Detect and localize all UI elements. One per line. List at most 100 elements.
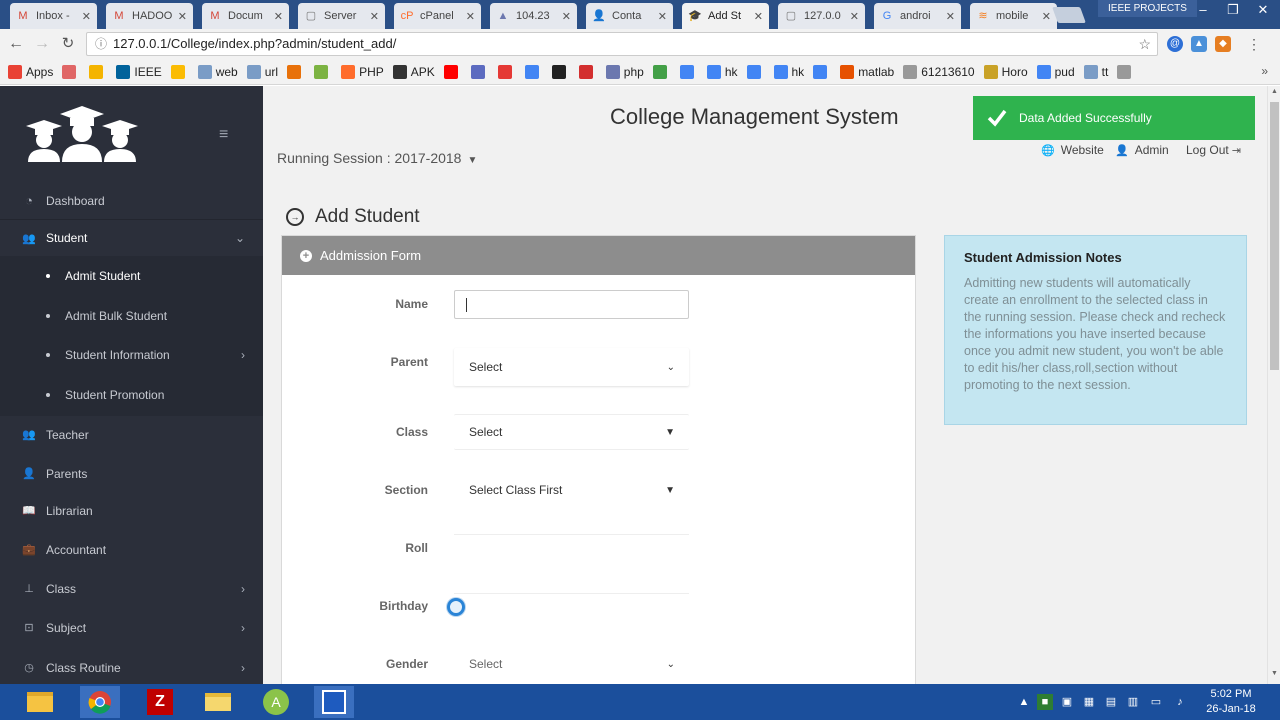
sidebar-item-admit-student[interactable]: Admit Student bbox=[0, 258, 263, 294]
logout-link[interactable]: Log Out ⇥ bbox=[1186, 143, 1241, 157]
tray-app-icon[interactable]: ▦ bbox=[1081, 694, 1097, 710]
sidebar-item-admit-bulk-student[interactable]: Admit Bulk Student bbox=[0, 298, 263, 334]
bookmark-item[interactable] bbox=[314, 64, 332, 79]
new-tab-button[interactable] bbox=[1052, 7, 1086, 23]
bookmark-item[interactable]: web bbox=[197, 64, 238, 79]
browser-tab[interactable]: ▢ Server ✕ bbox=[298, 3, 385, 29]
browser-tab[interactable]: cP cPanel ✕ bbox=[394, 3, 481, 29]
close-tab-icon[interactable]: ✕ bbox=[946, 10, 955, 23]
bookmark-item[interactable]: IEEE bbox=[116, 64, 162, 79]
tray-app-icon[interactable]: ▣ bbox=[1059, 694, 1075, 710]
menu-icon[interactable]: ⋮ bbox=[1246, 36, 1262, 52]
bookmark-item[interactable]: tt bbox=[1083, 64, 1108, 79]
sidebar-item-parents[interactable]: 👤 Parents bbox=[0, 455, 263, 492]
bookmark-star-icon[interactable]: ☆ bbox=[1138, 33, 1151, 55]
sidebar-item-student-promotion[interactable]: Student Promotion bbox=[0, 377, 263, 413]
close-tab-icon[interactable]: ✕ bbox=[82, 10, 91, 23]
sidebar-item-class-routine[interactable]: ◷ Class Routine › bbox=[0, 649, 263, 684]
bookmark-item[interactable] bbox=[89, 64, 107, 79]
website-link[interactable]: 🌐 Website bbox=[1041, 143, 1104, 157]
bookmark-item[interactable]: 61213610 bbox=[903, 64, 975, 79]
tray-expand-icon[interactable]: ▲ bbox=[1016, 694, 1032, 710]
program-window-icon[interactable] bbox=[314, 686, 354, 718]
browser-tab[interactable]: M Inbox - ✕ bbox=[10, 3, 97, 29]
bookmark-item[interactable] bbox=[746, 64, 765, 79]
extension-icon[interactable]: @ bbox=[1167, 36, 1183, 52]
bookmark-item[interactable]: PHP bbox=[341, 64, 384, 79]
extension-icon[interactable]: ◆ bbox=[1215, 36, 1231, 52]
bookmark-item[interactable]: pud bbox=[1036, 64, 1075, 79]
close-tab-icon[interactable]: ✕ bbox=[466, 10, 475, 23]
bookmark-item[interactable] bbox=[470, 64, 489, 79]
bookmark-item[interactable]: url bbox=[246, 64, 278, 79]
close-tab-icon[interactable]: ✕ bbox=[178, 10, 187, 23]
browser-tab[interactable]: Gandroi ✕ bbox=[874, 3, 961, 29]
tray-app-icon[interactable]: ▥ bbox=[1125, 694, 1141, 710]
sidebar-item-librarian[interactable]: 📖 Librarian bbox=[0, 492, 263, 529]
back-icon[interactable]: ← bbox=[6, 34, 26, 54]
sidebar-item-dashboard[interactable]: ◔ Dashboard bbox=[0, 182, 263, 219]
bookmark-item[interactable] bbox=[287, 64, 305, 79]
browser-tab[interactable]: 👤 Conta ✕ bbox=[586, 3, 673, 29]
maximize-icon[interactable]: ❐ bbox=[1218, 0, 1248, 20]
forward-icon[interactable]: → bbox=[32, 34, 52, 54]
bookmark-item[interactable] bbox=[679, 64, 698, 79]
close-tab-icon[interactable]: ✕ bbox=[562, 10, 571, 23]
minimize-icon[interactable]: – bbox=[1188, 0, 1218, 20]
close-tab-icon[interactable]: ✕ bbox=[658, 10, 667, 23]
scrollbar-thumb[interactable] bbox=[1270, 102, 1279, 370]
gender-select[interactable]: Select ⌄ bbox=[454, 647, 689, 681]
birthday-input[interactable] bbox=[454, 593, 689, 594]
bookmark-item[interactable] bbox=[813, 64, 831, 79]
bookmark-item[interactable] bbox=[62, 64, 80, 79]
sidebar-item-accountant[interactable]: 💼 Accountant bbox=[0, 531, 263, 568]
success-toast[interactable]: Data Added Successfully bbox=[973, 96, 1255, 140]
close-tab-icon[interactable]: ✕ bbox=[370, 10, 379, 23]
bookmark-item[interactable] bbox=[497, 64, 516, 79]
bookmark-item[interactable] bbox=[1117, 64, 1135, 79]
running-session-dropdown[interactable]: Running Session : 2017-2018 ▼ bbox=[277, 150, 477, 166]
browser-tab[interactable]: M HADOO ✕ bbox=[106, 3, 193, 29]
bookmark-item[interactable] bbox=[170, 64, 189, 79]
more-bookmarks-icon[interactable]: » bbox=[1261, 64, 1268, 78]
browser-tab[interactable]: ≋ mobile ✕ bbox=[970, 3, 1057, 29]
browser-tab[interactable]: ▢ 127.0.0 ✕ bbox=[778, 3, 865, 29]
browser-tab[interactable]: 🎓 Add St ✕ bbox=[682, 3, 769, 29]
reload-icon[interactable]: ↻ bbox=[58, 34, 78, 54]
bookmark-item[interactable]: Horo bbox=[983, 64, 1028, 79]
bookmark-item[interactable] bbox=[443, 64, 462, 79]
close-window-icon[interactable]: ✕ bbox=[1248, 0, 1278, 20]
sidebar-item-student-information[interactable]: Student Information › bbox=[0, 337, 263, 373]
filezilla-icon[interactable]: Z bbox=[140, 686, 180, 718]
sidebar-item-class[interactable]: ⊥ Class › bbox=[0, 570, 263, 607]
network-icon[interactable]: ▭ bbox=[1148, 694, 1164, 710]
volume-icon[interactable]: ♪ bbox=[1172, 694, 1188, 710]
bookmark-item[interactable]: hk bbox=[706, 64, 738, 79]
parent-select[interactable]: Select ⌄ bbox=[454, 348, 689, 386]
folder-icon[interactable] bbox=[198, 686, 238, 718]
info-icon[interactable]: ⓘ bbox=[95, 33, 107, 55]
system-clock[interactable]: 5:02 PM 26-Jan-18 bbox=[1196, 687, 1266, 717]
hamburger-menu-icon[interactable]: ≡ bbox=[219, 126, 228, 144]
bookmark-item[interactable] bbox=[551, 64, 570, 79]
bookmark-item[interactable]: matlab bbox=[840, 64, 894, 79]
profile-chip[interactable]: IEEE PROJECTS bbox=[1098, 0, 1197, 17]
admin-link[interactable]: 👤 Admin bbox=[1115, 143, 1169, 157]
section-select[interactable]: Select Class First ▼ bbox=[454, 472, 689, 508]
name-input[interactable] bbox=[454, 290, 689, 319]
close-tab-icon[interactable]: ✕ bbox=[850, 10, 859, 23]
browser-tab[interactable]: ▲ 104.23 ✕ bbox=[490, 3, 577, 29]
bookmark-item[interactable]: php bbox=[605, 64, 644, 79]
extension-icon[interactable]: ▲ bbox=[1191, 36, 1207, 52]
page-scrollbar[interactable]: ▲ ▼ bbox=[1267, 86, 1280, 684]
bookmark-item[interactable] bbox=[578, 64, 597, 79]
tray-app-icon[interactable]: ▤ bbox=[1103, 694, 1119, 710]
tray-app-icon[interactable]: ■ bbox=[1037, 694, 1053, 710]
address-bar[interactable]: ⓘ 127.0.0.1/College/index.php?admin/stud… bbox=[86, 32, 1158, 56]
scroll-down-icon[interactable]: ▼ bbox=[1268, 670, 1280, 677]
scroll-up-icon[interactable]: ▲ bbox=[1268, 88, 1280, 95]
roll-input[interactable] bbox=[454, 534, 689, 535]
class-select[interactable]: Select ▼ bbox=[454, 414, 689, 450]
close-tab-icon[interactable]: ✕ bbox=[754, 10, 763, 23]
file-explorer-icon[interactable] bbox=[20, 686, 60, 718]
